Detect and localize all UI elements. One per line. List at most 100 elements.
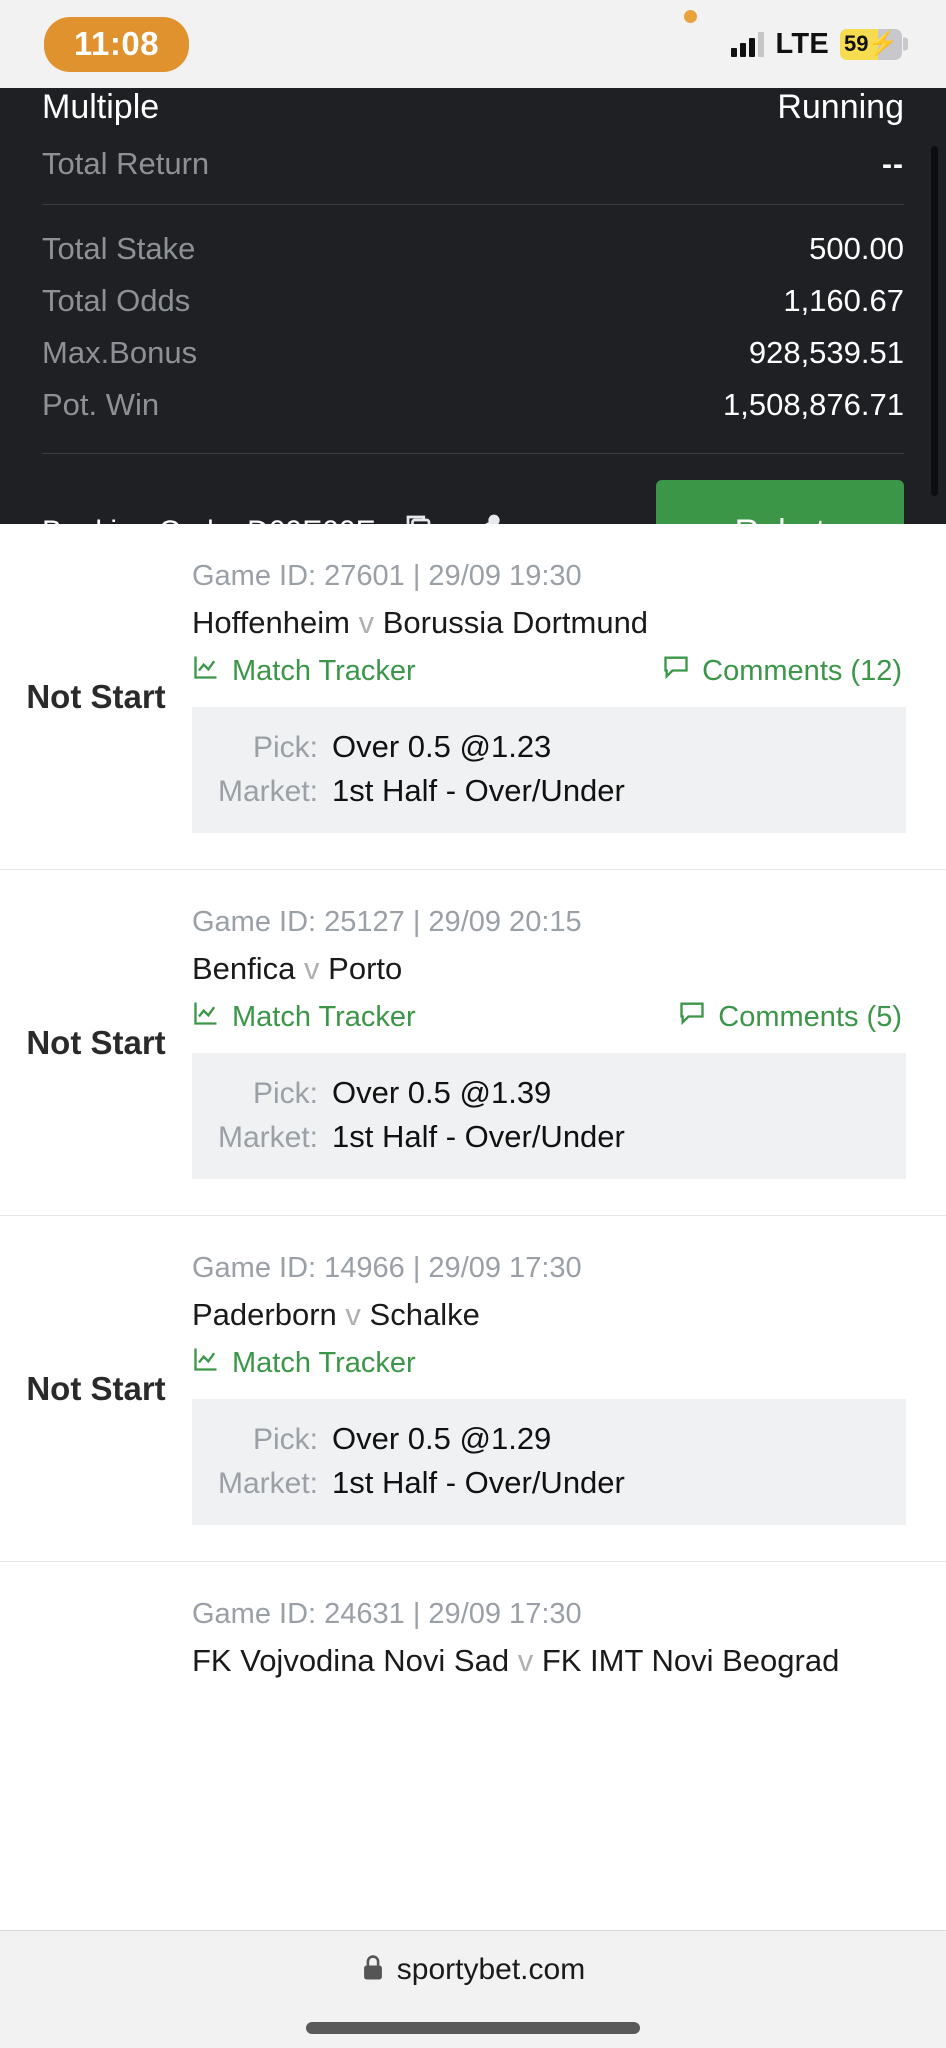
- away-team: Borussia Dortmund: [382, 605, 649, 640]
- pot-win-row: Pot. Win 1,508,876.71: [42, 387, 904, 423]
- pick-box: Pick: Over 0.5 @1.39 Market: 1st Half - …: [192, 1053, 906, 1179]
- comment-bubble-icon: [662, 653, 690, 689]
- total-return-row: Total Return --: [42, 146, 904, 182]
- teams-label: Paderborn v Schalke: [192, 1297, 906, 1333]
- max-bonus-value: 928,539.51: [748, 335, 904, 370]
- market-value: 1st Half - Over/Under: [332, 1119, 625, 1154]
- pick-box: Pick: Over 0.5 @1.29 Market: 1st Half - …: [192, 1399, 906, 1525]
- match-row[interactable]: Not Start Game ID: 27601 | 29/09 19:30 H…: [0, 524, 946, 870]
- recording-dot-icon: [684, 10, 697, 23]
- pick-line: Pick: Over 0.5 @1.39: [192, 1075, 906, 1111]
- market-label: Market:: [217, 1467, 318, 1500]
- away-team: Porto: [328, 951, 403, 986]
- market-value: 1st Half - Over/Under: [332, 773, 625, 808]
- match-links: Match Tracker Comments (5): [192, 999, 906, 1035]
- total-return-label: Total Return: [42, 146, 210, 181]
- home-team: Hoffenheim: [192, 605, 350, 640]
- game-id-label: Game ID: 24631 | 29/09 17:30: [192, 1598, 582, 1630]
- match-row[interactable]: Not Start Game ID: 14966 | 29/09 17:30 P…: [0, 1216, 946, 1562]
- match-row[interactable]: Not Start Game ID: 25127 | 29/09 20:15 B…: [0, 870, 946, 1216]
- chart-icon: [192, 653, 220, 689]
- match-tracker-link[interactable]: Match Tracker: [192, 999, 416, 1035]
- pick-value: Over 0.5 @1.39: [332, 1075, 552, 1110]
- teams-label: Benfica v Porto: [192, 951, 906, 987]
- bet-status-label: Running: [777, 88, 904, 126]
- bet-summary-panel: Multiple Running Total Return -- Total S…: [0, 88, 946, 524]
- home-team: Benfica: [192, 951, 296, 986]
- teams-label: Hoffenheim v Borussia Dortmund: [192, 605, 906, 641]
- max-bonus-label: Max.Bonus: [42, 335, 198, 370]
- comments-link[interactable]: Comments (12): [662, 653, 902, 689]
- pick-label: Pick:: [252, 731, 318, 764]
- total-odds-row: Total Odds 1,160.67: [42, 283, 904, 319]
- total-odds-value: 1,160.67: [783, 283, 904, 318]
- url-row[interactable]: sportybet.com: [361, 1953, 585, 1987]
- pick-line: Pick: Over 0.5 @1.29: [192, 1421, 906, 1457]
- chart-icon: [192, 999, 220, 1035]
- summary-divider-top: [42, 204, 904, 205]
- versus-separator: v: [358, 605, 375, 640]
- status-bar-right: LTE 59 ⚡: [731, 27, 908, 61]
- match-status: Not Start: [26, 1369, 166, 1407]
- pot-win-value: 1,508,876.71: [722, 387, 904, 422]
- url-label: sportybet.com: [396, 1953, 586, 1986]
- match-links: Match Tracker: [192, 1345, 906, 1381]
- copy-icon[interactable]: [402, 512, 438, 524]
- total-stake-value: 500.00: [809, 231, 904, 266]
- booking-code-value: D09E00E: [247, 515, 375, 524]
- browser-bottom-bar: sportybet.com: [0, 1930, 946, 2048]
- bet-type-label: Multiple: [42, 88, 160, 126]
- market-line: Market: 1st Half - Over/Under: [192, 773, 906, 809]
- network-label: LTE: [775, 27, 829, 60]
- away-team: FK IMT Novi Beograd: [541, 1643, 840, 1678]
- battery-icon: 59 ⚡: [840, 28, 908, 60]
- pick-value: Over 0.5 @1.29: [332, 1421, 552, 1456]
- versus-separator: v: [345, 1297, 361, 1332]
- charging-bolt-icon: ⚡: [868, 30, 898, 57]
- away-team: Schalke: [369, 1297, 480, 1332]
- rebet-button[interactable]: Rebet: [656, 480, 904, 524]
- scrollbar[interactable]: [931, 146, 938, 496]
- status-bar: 11:08 LTE 59 ⚡: [0, 0, 946, 88]
- game-id-label: Game ID: 14966 | 29/09 17:30: [192, 1252, 582, 1284]
- market-value: 1st Half - Over/Under: [332, 1465, 625, 1500]
- market-label: Market:: [217, 775, 318, 808]
- market-label: Market:: [217, 1121, 318, 1154]
- match-list: Not Start Game ID: 27601 | 29/09 19:30 H…: [0, 524, 946, 1727]
- share-icon[interactable]: [464, 512, 504, 524]
- chart-icon: [192, 1345, 220, 1381]
- match-status: Not Start: [26, 1023, 166, 1061]
- pick-label: Pick:: [252, 1423, 318, 1456]
- match-tracker-label: Match Tracker: [232, 1346, 416, 1379]
- market-line: Market: 1st Half - Over/Under: [192, 1465, 906, 1501]
- pick-label: Pick:: [252, 1077, 318, 1110]
- match-row[interactable]: Game ID: 24631 | 29/09 17:30 FK Vojvodin…: [0, 1562, 946, 1727]
- max-bonus-row: Max.Bonus 928,539.51: [42, 335, 904, 371]
- home-team: Paderborn: [192, 1297, 337, 1332]
- comment-bubble-icon: [678, 999, 706, 1035]
- bet-summary-header: Multiple Running: [42, 88, 904, 124]
- home-team: FK Vojvodina Novi Sad: [192, 1643, 510, 1678]
- match-tracker-label: Match Tracker: [232, 654, 416, 687]
- match-links: Match Tracker Comments (12): [192, 653, 906, 689]
- match-tracker-link[interactable]: Match Tracker: [192, 653, 416, 689]
- game-id-label: Game ID: 27601 | 29/09 19:30: [192, 560, 582, 592]
- total-return-value: --: [882, 148, 904, 181]
- pick-value: Over 0.5 @1.23: [332, 729, 552, 764]
- recording-time-pill: 11:08: [44, 16, 190, 72]
- pick-box: Pick: Over 0.5 @1.23 Market: 1st Half - …: [192, 707, 906, 833]
- game-id-label: Game ID: 25127 | 29/09 20:15: [192, 906, 582, 938]
- summary-divider-bottom: [42, 453, 904, 454]
- home-indicator[interactable]: [306, 2022, 640, 2034]
- total-odds-label: Total Odds: [42, 283, 191, 318]
- versus-separator: v: [517, 1643, 534, 1678]
- market-line: Market: 1st Half - Over/Under: [192, 1119, 906, 1155]
- total-stake-row: Total Stake 500.00: [42, 231, 904, 267]
- match-tracker-link[interactable]: Match Tracker: [192, 1345, 416, 1381]
- booking-code-text: Booking Code: D09E00E: [42, 515, 376, 524]
- pick-line: Pick: Over 0.5 @1.23: [192, 729, 906, 765]
- comments-link[interactable]: Comments (5): [678, 999, 902, 1035]
- match-status: Not Start: [26, 677, 166, 715]
- match-tracker-label: Match Tracker: [232, 1000, 416, 1033]
- comments-label: Comments (12): [702, 654, 902, 687]
